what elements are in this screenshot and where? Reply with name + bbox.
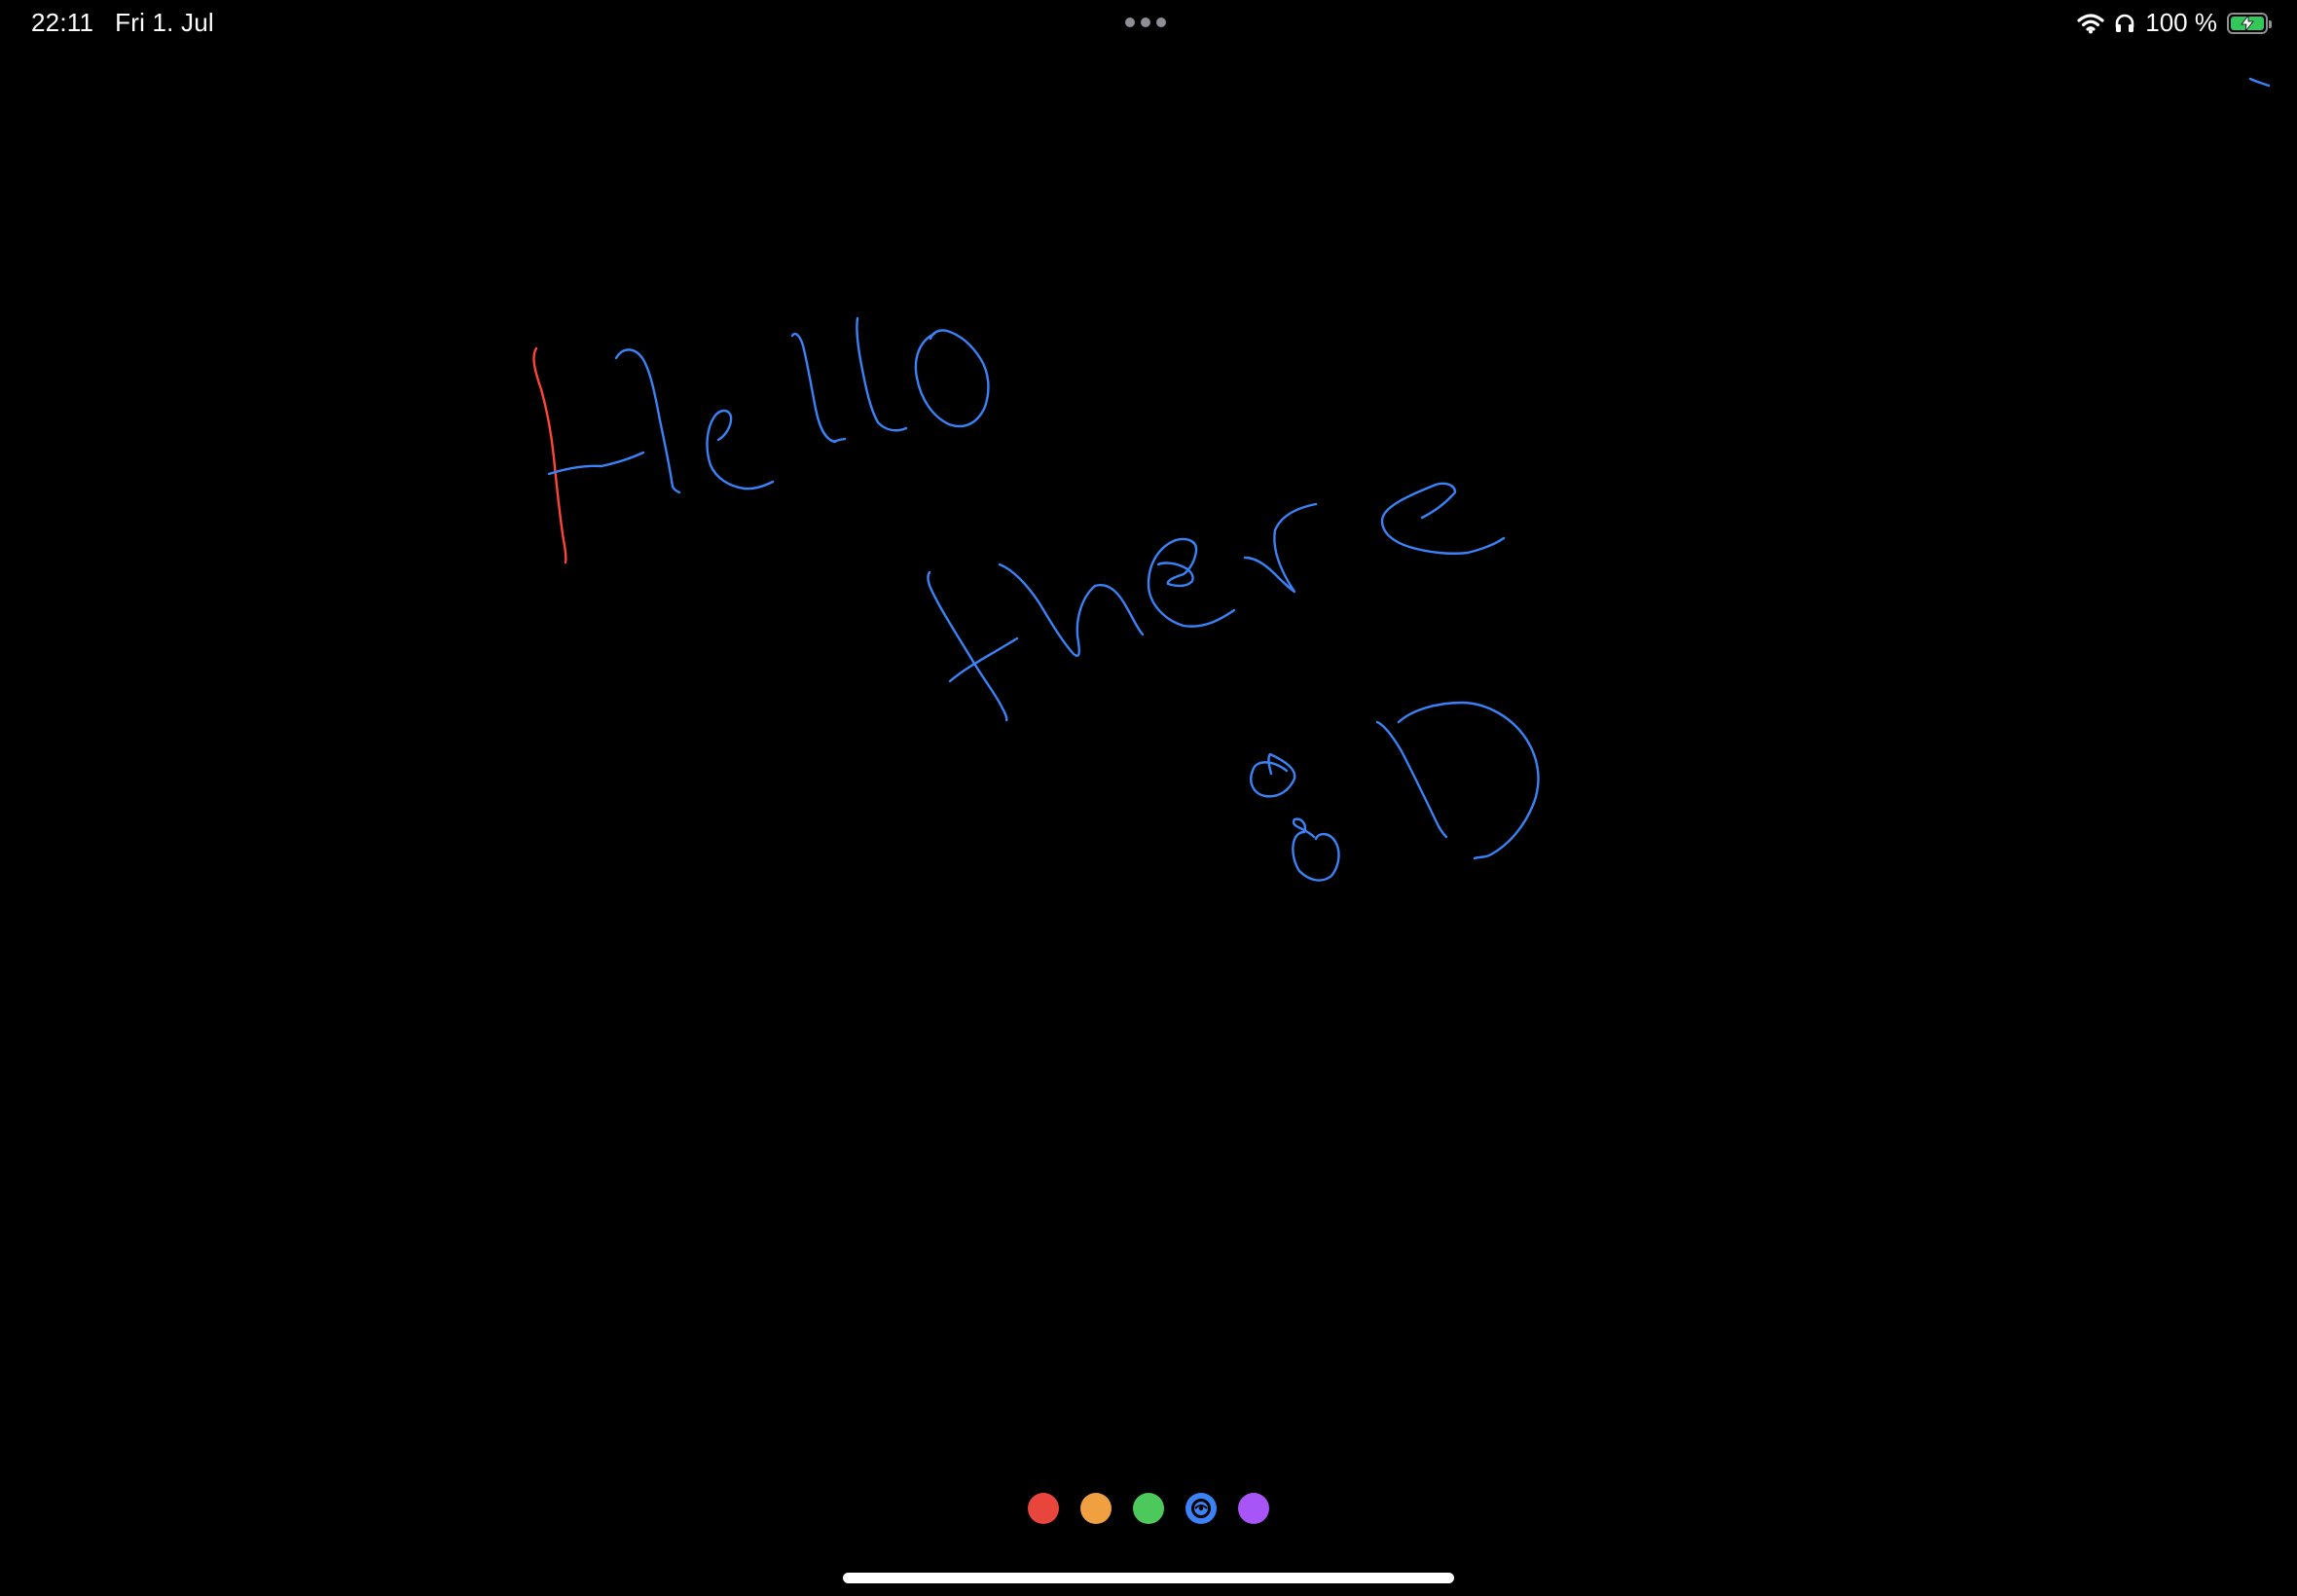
battery-percent: 100 %	[2145, 8, 2217, 37]
stroke-d-curve	[1397, 701, 1540, 860]
stroke-colon-top	[1250, 752, 1296, 798]
stroke-e-there-1	[1147, 537, 1236, 628]
stroke-colon-bottom	[1292, 817, 1340, 882]
stroke-t-cross	[948, 636, 1019, 683]
drawing-canvas[interactable]	[0, 49, 2297, 1460]
color-palette	[1028, 1493, 1269, 1524]
multitask-dot	[1141, 18, 1150, 27]
stroke-h-left-red	[532, 346, 567, 564]
swatch-purple[interactable]	[1238, 1493, 1269, 1524]
stroke-t-vertical	[927, 570, 1008, 722]
multitask-dot	[1156, 18, 1166, 27]
multitask-dot	[1125, 18, 1135, 27]
swatch-blue[interactable]	[1185, 1493, 1217, 1524]
stroke-h-right	[614, 348, 681, 494]
battery-charging-icon	[2227, 12, 2272, 34]
status-bar: 22:11 Fri 1. Jul 100 %	[0, 0, 2297, 49]
status-date: Fri 1. Jul	[115, 8, 214, 37]
more-dots-icon[interactable]	[1125, 18, 1166, 27]
stroke-e	[706, 409, 775, 490]
home-indicator[interactable]	[843, 1573, 1454, 1583]
stroke-l-1	[790, 332, 847, 444]
swatch-green[interactable]	[1133, 1493, 1164, 1524]
status-right: 100 %	[2077, 8, 2272, 38]
status-left: 22:11 Fri 1. Jul	[31, 8, 214, 38]
battery-cap	[2269, 19, 2272, 28]
stroke-e-there-2	[1380, 482, 1506, 555]
status-time: 22:11	[31, 8, 94, 37]
drawing-surface[interactable]	[0, 49, 2297, 1460]
eye-icon	[1194, 1505, 1208, 1511]
stroke-top-right	[2248, 77, 2271, 88]
stroke-r	[1243, 502, 1318, 594]
stroke-l-2	[856, 316, 908, 432]
battery-level-fill	[2231, 15, 2264, 31]
stroke-o	[914, 329, 990, 428]
stroke-h-there	[998, 562, 1145, 657]
wifi-icon	[2077, 13, 2104, 34]
headphones-icon	[2114, 13, 2135, 34]
swatch-orange[interactable]	[1080, 1493, 1112, 1524]
stroke-h-crossbar	[547, 451, 645, 476]
swatch-red[interactable]	[1028, 1493, 1059, 1524]
stroke-d-vertical	[1375, 720, 1448, 839]
